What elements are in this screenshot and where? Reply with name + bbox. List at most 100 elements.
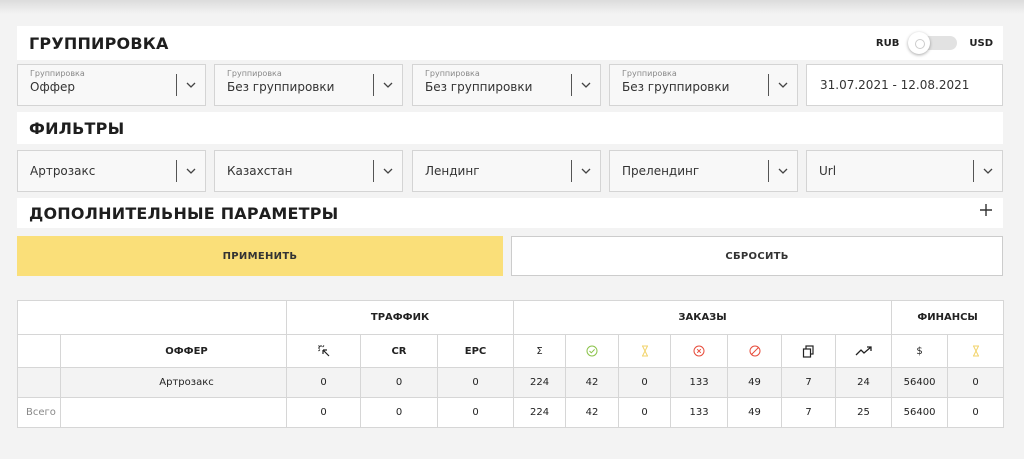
select-caption: Группировка xyxy=(622,69,677,78)
filter-url-select[interactable]: Url xyxy=(806,150,1003,192)
value-cell: 56400 xyxy=(891,397,949,428)
select-separator xyxy=(373,160,374,182)
cancelled-column-header[interactable] xyxy=(727,334,783,368)
value-cell: 224 xyxy=(513,367,567,398)
filter-offer-select[interactable]: Артрозакс xyxy=(17,150,206,192)
value-cell: 0 xyxy=(360,367,438,398)
grouping-select-4[interactable]: Группировка Без группировки xyxy=(609,64,798,106)
trend-column-header[interactable] xyxy=(835,334,893,368)
value-cell: 49 xyxy=(727,367,783,398)
filter-country-select[interactable]: Казахстан xyxy=(214,150,403,192)
chevron-down-icon xyxy=(778,82,788,88)
grouping-select-1[interactable]: Группировка Оффер xyxy=(17,64,206,106)
select-separator xyxy=(176,160,177,182)
sum-column-header[interactable]: Σ xyxy=(513,334,567,368)
value-cell: 0 xyxy=(436,367,515,398)
table-row[interactable]: Артрозакс 0 0 0 224 42 0 133 49 7 24 564… xyxy=(17,367,1005,398)
select-separator xyxy=(571,160,572,182)
trend-icon xyxy=(855,346,872,356)
approved-column-header[interactable] xyxy=(565,334,620,368)
select-separator xyxy=(768,74,769,96)
select-separator xyxy=(571,74,572,96)
select-value: Оффер xyxy=(30,80,75,94)
apply-button[interactable]: ПРИМЕНИТЬ xyxy=(17,236,503,276)
hourglass-icon xyxy=(972,345,979,357)
select-separator xyxy=(973,160,974,182)
select-value: Без группировки xyxy=(622,80,730,94)
plus-icon[interactable] xyxy=(979,203,993,217)
pending-column-header[interactable] xyxy=(618,334,672,368)
chevron-down-icon xyxy=(383,168,393,174)
chevron-down-icon xyxy=(983,168,993,174)
extra-params-header[interactable]: ДОПОЛНИТЕЛЬНЫЕ ПАРАМЕТРЫ xyxy=(17,198,1003,228)
chevron-down-icon xyxy=(581,168,591,174)
extra-params-title: ДОПОЛНИТЕЛЬНЫЕ ПАРАМЕТРЫ xyxy=(29,204,339,223)
report-table: ТРАФФИК ЗАКАЗЫ ФИНАНСЫ ОФФЕР CR EPC Σ $ … xyxy=(17,300,1005,428)
row-label-cell xyxy=(17,367,61,398)
toggle-knob[interactable] xyxy=(908,32,931,54)
value-cell: 42 xyxy=(565,367,620,398)
value-cell: 0 xyxy=(947,397,1005,428)
dollar-column-header[interactable]: $ xyxy=(891,334,949,368)
select-value: Артрозакс xyxy=(30,164,96,178)
table-group-header-row: ТРАФФИК ЗАКАЗЫ ФИНАНСЫ xyxy=(17,300,1005,335)
hourglass-icon xyxy=(641,345,648,357)
reset-button[interactable]: СБРОСИТЬ xyxy=(511,236,1003,276)
chevron-down-icon xyxy=(778,168,788,174)
chevron-down-icon xyxy=(186,82,196,88)
grouping-select-3[interactable]: Группировка Без группировки xyxy=(412,64,601,106)
empty-group-cell xyxy=(17,300,287,335)
select-value: Прелендинг xyxy=(622,164,700,178)
grouping-title: ГРУППИРОВКА xyxy=(29,34,169,53)
offer-column-header[interactable]: ОФФЕР xyxy=(60,334,287,368)
select-value: Без группировки xyxy=(425,80,533,94)
value-cell: 25 xyxy=(835,397,893,428)
value-cell: 0 xyxy=(286,397,361,428)
value-cell: 133 xyxy=(670,367,729,398)
orders-group-header: ЗАКАЗЫ xyxy=(513,300,893,335)
select-caption: Группировка xyxy=(227,69,282,78)
select-value: Лендинг xyxy=(425,164,480,178)
value-cell: 224 xyxy=(513,397,567,428)
select-caption: Группировка xyxy=(425,69,480,78)
currency-usd-label: USD xyxy=(969,37,993,49)
select-separator xyxy=(373,74,374,96)
filter-prelanding-select[interactable]: Прелендинг xyxy=(609,150,798,192)
cr-column-header[interactable]: CR xyxy=(360,334,438,368)
chevron-down-icon xyxy=(581,82,591,88)
total-label-cell: Всего xyxy=(17,397,61,428)
grouping-select-2[interactable]: Группировка Без группировки xyxy=(214,64,403,106)
value-cell: 133 xyxy=(670,397,729,428)
cancel-icon xyxy=(749,345,761,357)
click-icon xyxy=(317,345,329,357)
finance-group-header: ФИНАНСЫ xyxy=(891,300,1005,335)
date-range-input[interactable]: 31.07.2021 - 12.08.2021 xyxy=(806,64,1003,106)
value-cell: 56400 xyxy=(891,367,949,398)
check-circle-icon xyxy=(586,345,598,357)
grouping-header: ГРУППИРОВКА RUB USD xyxy=(17,26,1003,60)
finance-pending-column-header[interactable] xyxy=(947,334,1005,368)
value-cell: 7 xyxy=(781,397,837,428)
traffic-group-header: ТРАФФИК xyxy=(285,300,515,335)
currency-rub-label: RUB xyxy=(875,37,900,49)
chevron-down-icon xyxy=(383,82,393,88)
value-cell: 49 xyxy=(727,397,783,428)
select-separator xyxy=(176,74,177,96)
copy-icon xyxy=(802,344,814,358)
filters-title: ФИЛЬТРЫ xyxy=(29,119,125,138)
value-cell: 24 xyxy=(835,367,893,398)
date-range-value: 31.07.2021 - 12.08.2021 xyxy=(820,78,970,92)
value-cell: 0 xyxy=(436,397,515,428)
value-cell: 0 xyxy=(618,397,672,428)
filters-header: ФИЛЬТРЫ xyxy=(17,112,1003,144)
offer-cell xyxy=(60,397,287,428)
clicks-column-header[interactable] xyxy=(286,334,361,368)
rejected-column-header[interactable] xyxy=(670,334,729,368)
currency-toggle[interactable] xyxy=(908,32,958,54)
select-value: Без группировки xyxy=(227,80,335,94)
duplicates-column-header[interactable] xyxy=(781,334,837,368)
select-caption: Группировка xyxy=(30,69,85,78)
epc-column-header[interactable]: EPC xyxy=(436,334,515,368)
chevron-down-icon xyxy=(186,168,196,174)
filter-landing-select[interactable]: Лендинг xyxy=(412,150,601,192)
